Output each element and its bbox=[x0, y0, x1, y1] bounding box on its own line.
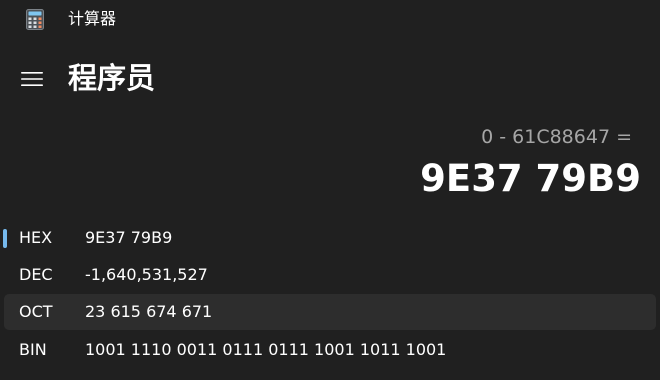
radix-label-oct: OCT bbox=[19, 302, 53, 321]
hamburger-menu-icon bbox=[21, 71, 43, 87]
radix-row-bin[interactable]: BIN 1001 1110 0011 0111 0111 1001 1011 1… bbox=[4, 332, 656, 368]
result-display: 9E37 79B9 bbox=[420, 157, 641, 200]
navigation-menu-button[interactable] bbox=[14, 62, 50, 96]
radix-value-dec: -1,640,531,527 bbox=[85, 265, 208, 284]
calculator-icon bbox=[26, 9, 44, 30]
radix-value-bin: 1001 1110 0011 0111 0111 1001 1011 1001 bbox=[85, 340, 447, 359]
radix-row-hex[interactable]: HEX 9E37 79B9 bbox=[3, 220, 656, 256]
radix-row-oct[interactable]: OCT 23 615 674 671 bbox=[4, 294, 656, 330]
radix-label-bin: BIN bbox=[19, 340, 47, 359]
mode-title: 程序员 bbox=[68, 61, 156, 95]
radix-label-dec: DEC bbox=[19, 265, 53, 284]
radix-row-dec[interactable]: DEC -1,640,531,527 bbox=[4, 257, 656, 293]
expression-display: 0 - 61C88647 = bbox=[481, 126, 632, 148]
radix-value-oct: 23 615 674 671 bbox=[85, 302, 213, 321]
title-bar: 计算器 bbox=[0, 0, 660, 40]
radix-label-hex: HEX bbox=[19, 228, 53, 247]
calculator-window: 计算器 程序员 0 - 61C88647 = 9E37 79B9 HEX 9E3… bbox=[0, 0, 660, 380]
app-title: 计算器 bbox=[68, 9, 117, 28]
radix-value-hex: 9E37 79B9 bbox=[85, 228, 173, 247]
selected-indicator bbox=[3, 229, 7, 248]
